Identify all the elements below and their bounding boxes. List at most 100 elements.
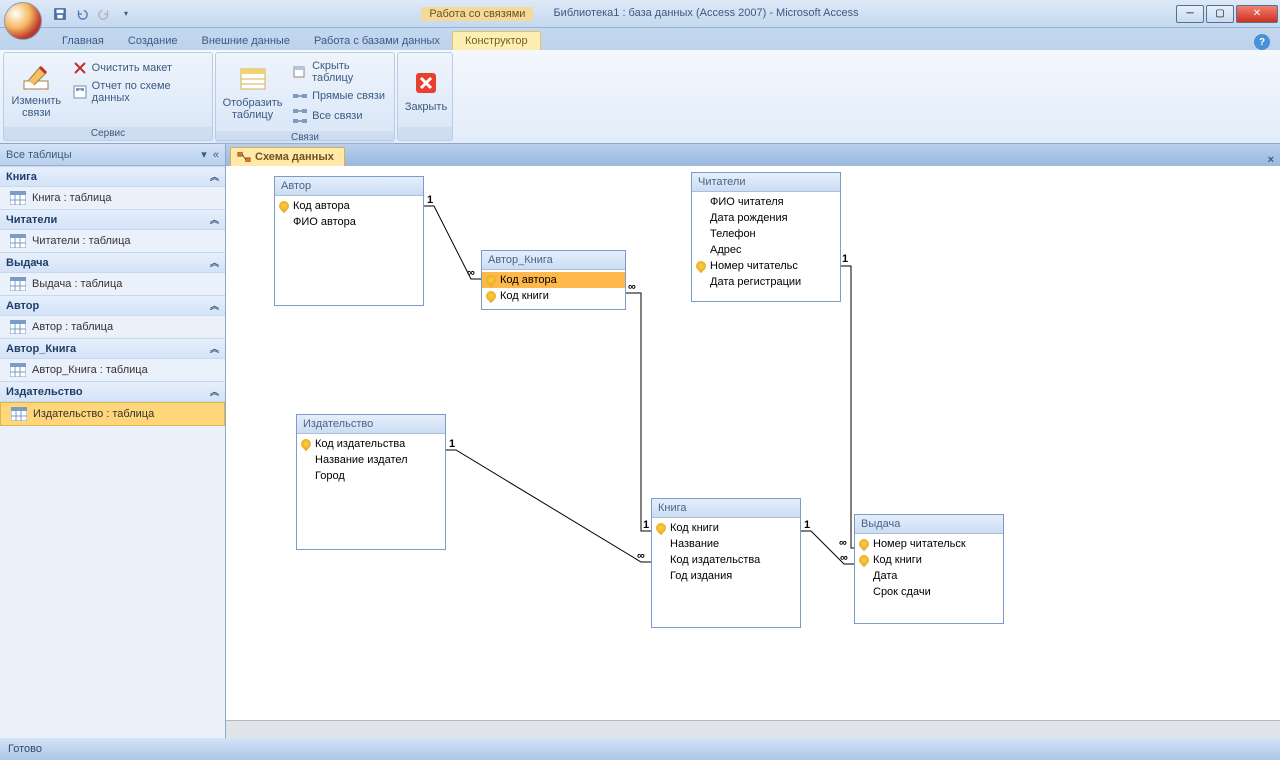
collapse-icon[interactable]: ︽ (210, 256, 219, 269)
group-label-relationships: Связи (216, 131, 394, 144)
field-row[interactable]: Номер читательс (692, 258, 840, 274)
field-row[interactable]: ФИО читателя (692, 194, 840, 210)
nav-group-Книга[interactable]: Книга︽ (0, 166, 225, 187)
office-button[interactable] (4, 2, 42, 40)
navigation-pane: Все таблицы ▾ « Книга︽Книга : таблицаЧит… (0, 144, 226, 738)
clear-layout-button[interactable]: Очистить макет (68, 58, 207, 78)
document-area: Схема данных × 1∞∞11∞1∞1∞ АвторКод автор… (226, 144, 1280, 738)
table-izdat[interactable]: Издательство Код издательстваНазвание изд… (296, 414, 446, 550)
tab-designer[interactable]: Конструктор (452, 31, 541, 50)
collapse-icon[interactable]: ︽ (210, 299, 219, 312)
table-header[interactable]: Автор (275, 177, 423, 196)
table-icon (10, 320, 26, 334)
field-row[interactable]: Код автора (482, 272, 625, 288)
ribbon-group-close: Закрыть (397, 52, 453, 141)
nav-item[interactable]: Выдача : таблица (0, 273, 225, 295)
field-row[interactable]: Телефон (692, 226, 840, 242)
field-row[interactable]: Название издател (297, 452, 445, 468)
nav-group-Издательство[interactable]: Издательство︽ (0, 381, 225, 402)
table-header[interactable]: Выдача (855, 515, 1003, 534)
close-button[interactable]: ✕ (1236, 5, 1278, 23)
nav-header[interactable]: Все таблицы ▾ « (0, 144, 225, 166)
field-row[interactable]: Код книги (652, 520, 800, 536)
window-title: Работа со связями Библиотека1 : база дан… (0, 7, 1280, 21)
field-row[interactable]: ФИО автора (275, 214, 423, 230)
nav-item[interactable]: Книга : таблица (0, 187, 225, 209)
table-header[interactable]: Читатели (692, 173, 840, 192)
qat-dropdown-icon[interactable]: ▾ (116, 4, 136, 24)
svg-text:∞: ∞ (840, 552, 848, 564)
table-header[interactable]: Издательство (297, 415, 445, 434)
nav-item[interactable]: Автор : таблица (0, 316, 225, 338)
window-controls: ─ ▢ ✕ (1174, 5, 1280, 23)
ribbon: Изменить связи Очистить макет Отчет по с… (0, 50, 1280, 144)
table-icon (10, 277, 26, 291)
tab-external-data[interactable]: Внешние данные (190, 32, 302, 50)
document-title: Библиотека1 : база данных (Access 2007) … (553, 7, 858, 21)
doc-tab-schema[interactable]: Схема данных (230, 147, 345, 166)
table-avtor[interactable]: Автор Код автораФИО автора (274, 176, 424, 306)
minimize-button[interactable]: ─ (1176, 5, 1204, 23)
show-table-button[interactable]: Отобразить таблицу (219, 56, 286, 128)
svg-text:1: 1 (842, 253, 848, 265)
field-row[interactable]: Дата регистрации (692, 274, 840, 290)
field-row[interactable]: Дата (855, 568, 1003, 584)
table-vydacha[interactable]: Выдача Номер читательскКод книгиДатаСрок … (854, 514, 1004, 624)
nav-group-Читатели[interactable]: Читатели︽ (0, 209, 225, 230)
maximize-button[interactable]: ▢ (1206, 5, 1234, 23)
field-row[interactable]: Срок сдачи (855, 584, 1003, 600)
table-icon (10, 191, 26, 205)
statusbar: Готово (0, 738, 1280, 760)
field-row[interactable]: Год издания (652, 568, 800, 584)
nav-item[interactable]: Издательство : таблица (0, 402, 225, 426)
nav-item[interactable]: Автор_Книга : таблица (0, 359, 225, 381)
nav-group-Автор[interactable]: Автор︽ (0, 295, 225, 316)
all-relationships-button[interactable]: Все связи (288, 106, 389, 126)
nav-item[interactable]: Читатели : таблица (0, 230, 225, 252)
svg-text:∞: ∞ (637, 550, 645, 562)
hide-table-button[interactable]: Скрыть таблицу (288, 58, 389, 86)
relationship-report-button[interactable]: Отчет по схеме данных (68, 78, 207, 106)
field-row[interactable]: Город (297, 468, 445, 484)
table-kniga[interactable]: Книга Код книгиНазваниеКод издательстваГо… (651, 498, 801, 628)
close-designer-button[interactable]: Закрыть (401, 56, 451, 124)
table-avtor_kniga[interactable]: Автор_Книга Код автораКод книги (481, 250, 626, 310)
relationships-canvas[interactable]: 1∞∞11∞1∞1∞ АвторКод автораФИО автораАвто… (226, 166, 1280, 720)
save-icon[interactable] (50, 4, 70, 24)
field-row[interactable]: Код издательства (297, 436, 445, 452)
field-row[interactable]: Код книги (855, 552, 1003, 568)
table-icon (10, 363, 26, 377)
field-row[interactable]: Название (652, 536, 800, 552)
horizontal-scrollbar[interactable] (226, 720, 1280, 738)
nav-group-Автор_Книга[interactable]: Автор_Книга︽ (0, 338, 225, 359)
table-chitateli[interactable]: Читатели ФИО читателяДата рожденияТелефон… (691, 172, 841, 302)
direct-relationships-button[interactable]: Прямые связи (288, 86, 389, 106)
nav-group-Выдача[interactable]: Выдача︽ (0, 252, 225, 273)
svg-text:1: 1 (804, 519, 810, 531)
tab-home[interactable]: Главная (50, 32, 116, 50)
field-row[interactable]: Код издательства (652, 552, 800, 568)
ribbon-group-relationships: Отобразить таблицу Скрыть таблицу Прямые… (215, 52, 395, 141)
collapse-icon[interactable]: ︽ (210, 342, 219, 355)
field-row[interactable]: Дата рождения (692, 210, 840, 226)
tab-create[interactable]: Создание (116, 32, 190, 50)
field-row[interactable]: Адрес (692, 242, 840, 258)
redo-icon[interactable] (94, 4, 114, 24)
field-row[interactable]: Код автора (275, 198, 423, 214)
field-row[interactable]: Номер читательск (855, 536, 1003, 552)
collapse-icon[interactable]: ︽ (210, 213, 219, 226)
titlebar: ▾ Работа со связями Библиотека1 : база д… (0, 0, 1280, 28)
tab-db-tools[interactable]: Работа с базами данных (302, 32, 452, 50)
edit-relationships-button[interactable]: Изменить связи (7, 56, 66, 124)
table-header[interactable]: Автор_Книга (482, 251, 625, 270)
field-row[interactable]: Код книги (482, 288, 625, 304)
collapse-icon[interactable]: ︽ (210, 385, 219, 398)
collapse-icon[interactable]: ︽ (210, 170, 219, 183)
doc-close-icon[interactable]: × (1268, 154, 1280, 166)
svg-text:1: 1 (449, 438, 455, 450)
table-header[interactable]: Книга (652, 499, 800, 518)
relationships-icon (237, 150, 251, 164)
nav-dropdown-icon[interactable]: ▾ « (201, 148, 219, 161)
undo-icon[interactable] (72, 4, 92, 24)
help-icon[interactable]: ? (1254, 34, 1270, 50)
